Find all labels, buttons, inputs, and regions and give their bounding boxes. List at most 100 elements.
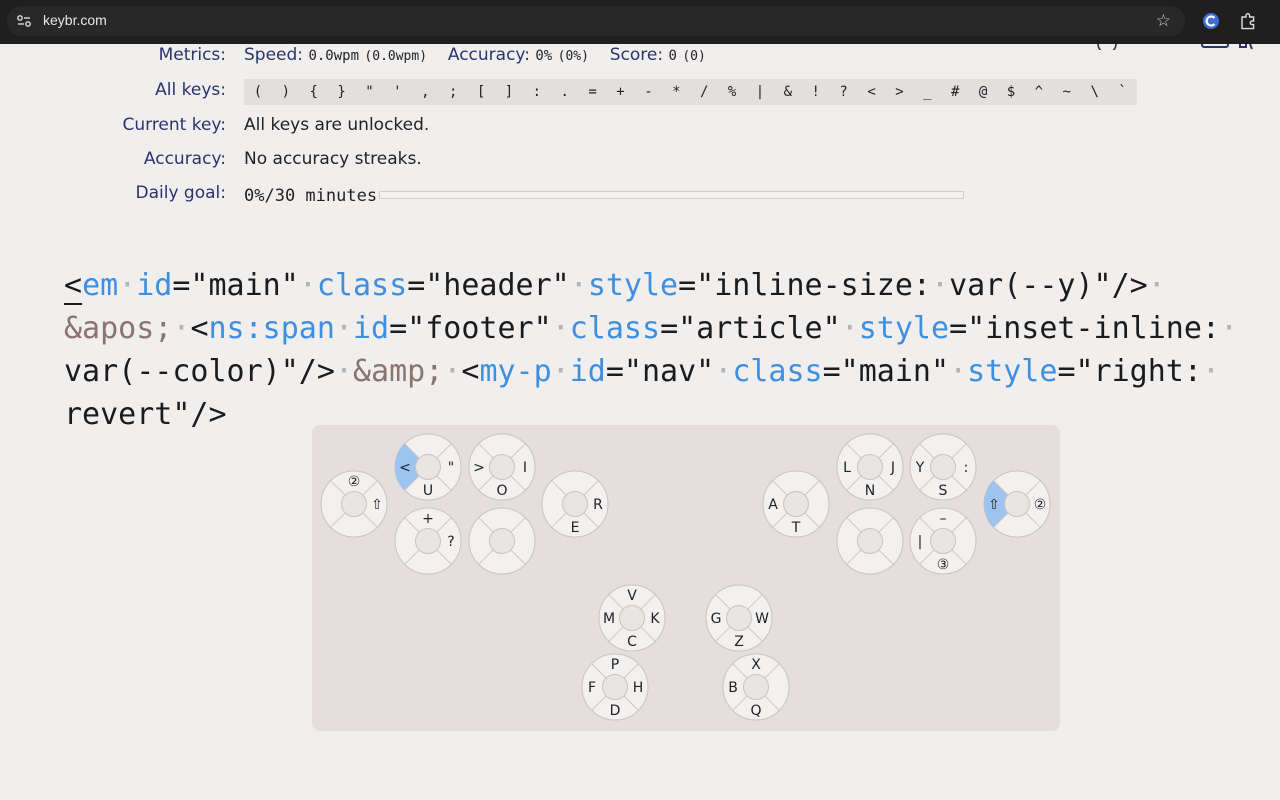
cluster-center — [857, 454, 883, 480]
cluster-center — [415, 528, 441, 554]
key-chip: & — [783, 84, 793, 100]
key-chip: } — [337, 84, 346, 100]
text-token: id — [569, 354, 606, 389]
key-legend: C — [627, 634, 637, 650]
key-chip: + — [616, 84, 625, 100]
extensions-icon[interactable] — [1238, 11, 1258, 31]
speed-value: 0.0wpm — [308, 48, 360, 64]
left-index-lower-cluster: +? — [394, 507, 462, 575]
key-chip: | — [755, 84, 765, 100]
key-legend: | — [918, 534, 923, 550]
key-chip: . — [560, 84, 569, 100]
key-legend: N — [865, 483, 875, 499]
key-legend: J — [890, 460, 895, 476]
key-legend: : — [964, 460, 969, 476]
key-chip: ! — [811, 84, 820, 100]
key-legend: Y — [915, 460, 925, 476]
key-legend: Q — [750, 703, 761, 719]
key-chip: * — [672, 84, 681, 100]
space-marker: · — [949, 354, 968, 389]
key-legend: < — [399, 460, 411, 476]
key-chip: [ — [476, 84, 486, 100]
text-token: style — [858, 311, 950, 346]
key-chip: ; — [448, 84, 458, 100]
cluster-center — [602, 674, 628, 700]
typing-text-area[interactable]: <em·id="main"·class="header"·style="inli… — [64, 264, 1264, 436]
address-bar[interactable]: keybr.com ☆ — [7, 6, 1185, 36]
key-chip: : — [532, 84, 542, 100]
key-chip: ] — [504, 84, 514, 100]
key-legend: ? — [447, 534, 454, 550]
current-key-value: All keys are unlocked. — [244, 115, 430, 135]
left-index-lower-2-cluster — [468, 507, 536, 575]
right-index-upper-2-cluster: : SY — [909, 433, 977, 501]
key-chip: = — [588, 84, 597, 100]
key-legend: O — [496, 483, 507, 499]
cluster-center — [415, 454, 441, 480]
key-chip: < — [867, 84, 876, 100]
space-marker: · — [714, 354, 733, 389]
space-marker: · — [1220, 311, 1239, 346]
key-chip: ~ — [1062, 84, 1071, 100]
left-shift-cluster-cluster: ②⇧ — [320, 470, 388, 538]
key-legend: ⇧ — [371, 497, 383, 513]
space-marker: · — [569, 268, 588, 303]
bookmark-star-icon[interactable]: ☆ — [1156, 12, 1171, 30]
left-index-upper-2-cluster: IO > — [468, 433, 536, 501]
cluster-center — [726, 605, 752, 631]
keyboard-layout: ② ⇧ " U < I O > +? R E T A J N L: S Y – ③ | ② ⇧ V K C M W Z G P H D F X Q B — [312, 425, 1060, 731]
right-index-lower-2-cluster: – ③ | — [909, 507, 977, 575]
score-label: Score: — [609, 45, 664, 65]
key-legend: L — [843, 460, 851, 476]
site-settings-icon[interactable] — [16, 13, 32, 29]
left-thumb-upper-cluster: VKCM — [598, 584, 666, 652]
key-chip: % — [727, 84, 737, 100]
cluster-center — [743, 674, 769, 700]
key-chip: ` — [1118, 84, 1127, 100]
space-marker: · — [840, 311, 859, 346]
left-middle-cluster: RE — [541, 470, 609, 538]
current-key-label: Current key: — [122, 115, 226, 135]
text-line: var(--color)"/>·&amp;·<my-p·id="nav"·cla… — [64, 350, 1264, 393]
accuracy-metric-label: Accuracy: — [447, 45, 530, 65]
key-chip: ) — [281, 84, 291, 100]
key-legend: F — [588, 680, 596, 696]
key-chip: $ — [1006, 84, 1016, 100]
key-legend: H — [633, 680, 644, 696]
key-chip: { — [309, 84, 318, 100]
key-legend: I — [523, 460, 527, 476]
key-legend: + — [422, 511, 434, 527]
text-token: style — [967, 354, 1058, 389]
accuracy-streak-row: Accuracy: No accuracy streaks. — [0, 149, 1280, 173]
text-token: id — [353, 311, 390, 346]
text-token: ="nav" — [605, 354, 715, 389]
url-text[interactable]: keybr.com — [43, 12, 107, 28]
text-token: ="inline-size: — [678, 268, 931, 303]
cluster-center — [930, 454, 956, 480]
key-chip: ' — [393, 84, 402, 100]
key-chip: @ — [978, 84, 988, 100]
key-chip: ( — [253, 84, 263, 100]
text-token: &apos; — [64, 311, 173, 346]
key-chip: > — [895, 84, 904, 100]
key-chip: ? — [839, 84, 848, 100]
left-index-upper-cluster: " U < — [394, 433, 462, 501]
score-value: 0 — [668, 48, 677, 64]
space-marker: · — [118, 268, 137, 303]
text-token: class — [569, 311, 661, 346]
key-chip: / — [699, 84, 709, 100]
daily-goal-label: Daily goal: — [135, 183, 226, 203]
text-token: ="right: — [1057, 354, 1202, 389]
text-token: revert"/> — [64, 397, 227, 432]
space-marker: · — [1147, 268, 1166, 303]
key-chip: \ — [1090, 84, 1099, 100]
key-legend: ② — [1034, 497, 1047, 513]
key-legend: – — [940, 511, 947, 527]
current-key-row: Current key: All keys are unlocked. — [0, 115, 1280, 139]
metrics-label: Metrics: — [158, 45, 226, 65]
all-keys-label: All keys: — [155, 80, 226, 100]
extension-c-icon[interactable] — [1201, 11, 1221, 31]
text-token: ="main" — [172, 268, 299, 303]
space-marker: · — [172, 311, 191, 346]
key-legend: D — [610, 703, 621, 719]
